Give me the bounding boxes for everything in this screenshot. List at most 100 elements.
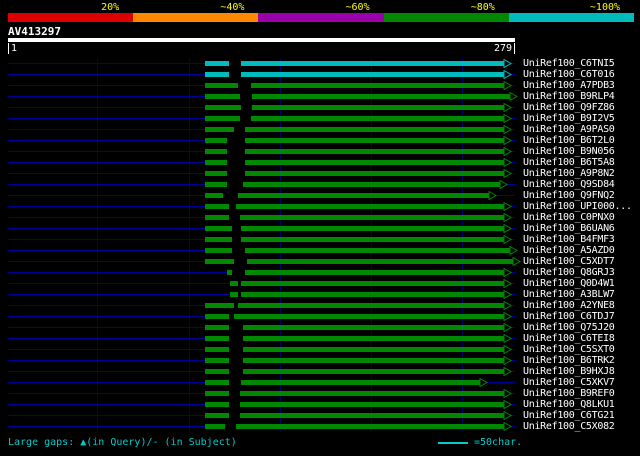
hit-label[interactable]: UniRef100_C6T016 <box>523 69 615 80</box>
hit-label[interactable]: UniRef100_B9HXJ8 <box>523 366 615 377</box>
hit-track <box>8 234 515 245</box>
arrow-right-icon <box>503 400 513 409</box>
hit-bar[interactable] <box>204 71 505 78</box>
hit-label[interactable]: UniRef100_C5XKV7 <box>523 377 615 388</box>
hit-track <box>8 322 515 333</box>
hit-bar[interactable] <box>204 368 505 375</box>
hit-bar[interactable] <box>204 137 505 144</box>
hit-bar[interactable] <box>204 357 505 364</box>
hit-label[interactable]: UniRef100_B9REF0 <box>523 388 615 399</box>
hit-label[interactable]: UniRef100_C5X082 <box>523 421 615 432</box>
hit-bar[interactable] <box>230 291 505 298</box>
gap-marker <box>226 137 246 144</box>
hit-bar[interactable] <box>204 313 505 320</box>
hit-row: UniRef100_Q9FNQ2 <box>0 190 640 201</box>
hit-label[interactable]: UniRef100_UPI000... <box>523 201 632 212</box>
hit-label[interactable]: UniRef100_Q9FZ86 <box>523 102 615 113</box>
hit-label[interactable]: UniRef100_Q9SD84 <box>523 179 615 190</box>
hit-bar[interactable] <box>204 247 510 254</box>
hit-label[interactable]: UniRef100_B9I2V5 <box>523 113 615 124</box>
gap-marker <box>237 291 242 298</box>
hit-bar[interactable] <box>204 214 505 221</box>
hit-label[interactable]: UniRef100_A9P8N2 <box>523 168 615 179</box>
hit-label[interactable]: UniRef100_B6T5A8 <box>523 157 615 168</box>
hit-label[interactable]: UniRef100_B6UAN6 <box>523 223 615 234</box>
gap-marker <box>228 357 244 364</box>
hit-bar[interactable] <box>204 412 505 419</box>
hit-label[interactable]: UniRef100_A7PDB3 <box>523 80 615 91</box>
scale-legend-line-icon <box>438 442 468 444</box>
hit-bar[interactable] <box>204 346 505 353</box>
hit-row: UniRef100_Q9SD84 <box>0 179 640 190</box>
hit-bar[interactable] <box>204 258 514 265</box>
hit-track <box>8 113 515 124</box>
hit-label[interactable]: UniRef100_Q75J20 <box>523 322 615 333</box>
hit-bar[interactable] <box>204 159 505 166</box>
hit-bar[interactable] <box>204 390 505 397</box>
hit-bar[interactable] <box>204 181 501 188</box>
hit-label[interactable]: UniRef100_C6TEI8 <box>523 333 615 344</box>
hit-label[interactable]: UniRef100_B4FMF3 <box>523 234 615 245</box>
hit-label[interactable]: UniRef100_C6TDJ7 <box>523 311 615 322</box>
hit-row: UniRef100_C5SXT0 <box>0 344 640 355</box>
hit-bar[interactable] <box>204 401 505 408</box>
hit-bar[interactable] <box>204 423 505 430</box>
hit-label[interactable]: UniRef100_A3BLW7 <box>523 289 615 300</box>
hit-label[interactable]: UniRef100_C5SXT0 <box>523 344 615 355</box>
hit-label[interactable]: UniRef100_C6TNI5 <box>523 58 615 69</box>
hit-bar[interactable] <box>204 236 505 243</box>
hit-bar[interactable] <box>204 148 505 155</box>
hit-track <box>8 190 515 201</box>
hit-label[interactable]: UniRef100_C0PNX0 <box>523 212 615 223</box>
gap-marker <box>228 324 244 331</box>
hit-bar[interactable] <box>204 302 505 309</box>
hit-label[interactable]: UniRef100_Q8LKU1 <box>523 399 615 410</box>
hit-label[interactable]: UniRef100_B6TRK2 <box>523 355 615 366</box>
alignment-rows: UniRef100_C6TNI5 UniRef100_C6T016 UniRef10… <box>0 58 640 432</box>
hit-track <box>8 201 515 212</box>
hit-label[interactable]: UniRef100_Q9FNQ2 <box>523 190 615 201</box>
hit-track <box>8 179 515 190</box>
hit-bar[interactable] <box>204 203 505 210</box>
hit-bar[interactable] <box>226 269 505 276</box>
gap-marker <box>226 181 244 188</box>
ruler-end-label: 279 <box>493 43 512 54</box>
hit-label[interactable]: UniRef100_B6T2L0 <box>523 135 615 146</box>
hit-bar[interactable] <box>204 379 481 386</box>
hit-label[interactable]: UniRef100_Q0D4W1 <box>523 278 615 289</box>
hit-row: UniRef100_A7PDB3 <box>0 80 640 91</box>
hit-label[interactable]: UniRef100_A2YNE8 <box>523 300 615 311</box>
hit-bar[interactable] <box>204 82 505 89</box>
hit-label[interactable]: UniRef100_C5XDT7 <box>523 256 615 267</box>
hit-bar[interactable] <box>204 225 505 232</box>
hit-track <box>8 366 515 377</box>
arrow-right-icon <box>503 81 513 90</box>
hit-bar[interactable] <box>230 280 505 287</box>
hit-label[interactable]: UniRef100_A9PAS0 <box>523 124 615 135</box>
arrow-right-icon <box>503 125 513 134</box>
hit-bar[interactable] <box>204 126 505 133</box>
arrow-right-icon <box>503 103 513 112</box>
hit-label[interactable]: UniRef100_A5AZD0 <box>523 245 615 256</box>
hit-row: UniRef100_A3BLW7 <box>0 289 640 300</box>
gap-marker <box>241 104 253 111</box>
hit-bar[interactable] <box>204 335 505 342</box>
hit-bar[interactable] <box>204 192 490 199</box>
hit-label[interactable]: UniRef100_Q8GRJ3 <box>523 267 615 278</box>
hit-bar[interactable] <box>204 93 510 100</box>
gap-marker <box>228 412 240 419</box>
gap-marker <box>234 302 238 309</box>
hit-label[interactable]: UniRef100_B9N056 <box>523 146 615 157</box>
hit-track <box>8 135 515 146</box>
hit-bar[interactable] <box>204 60 505 67</box>
hit-bar[interactable] <box>204 115 505 122</box>
gap-marker <box>228 401 240 408</box>
hit-label[interactable]: UniRef100_C6TG21 <box>523 410 615 421</box>
hit-bar[interactable] <box>204 324 505 331</box>
hit-bar[interactable] <box>204 104 505 111</box>
arrow-right-icon <box>503 268 513 277</box>
gap-marker <box>223 192 238 199</box>
hit-label[interactable]: UniRef100_B9RLP4 <box>523 91 615 102</box>
gap-marker <box>234 258 247 265</box>
hit-bar[interactable] <box>204 170 505 177</box>
